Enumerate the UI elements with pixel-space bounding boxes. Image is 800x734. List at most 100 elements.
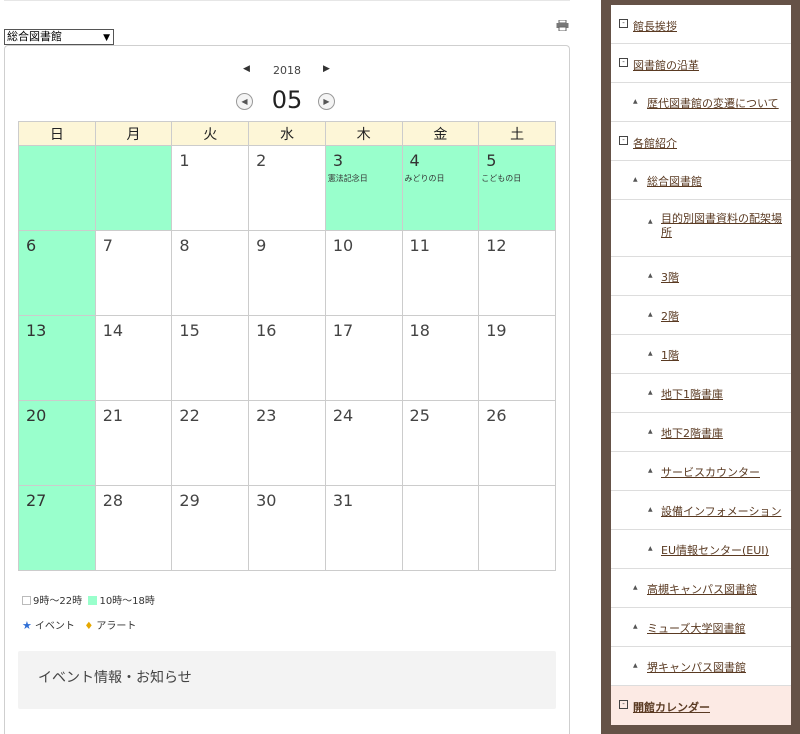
holiday-label: みどりの日 [404,174,445,183]
calendar-day-cell[interactable]: 6 [18,230,96,316]
sidebar-link[interactable]: 地下2階書庫 [661,427,723,440]
calendar-day-cell[interactable]: 9 [248,230,326,316]
bullet-icon: ▲ [648,545,653,552]
calendar-day-cell[interactable]: 27 [18,485,96,571]
day-number: 3 [332,151,343,170]
calendar-day-cell[interactable]: 15 [171,315,250,401]
next-month-button[interactable]: ▶ [318,93,335,110]
month-label: 05 [271,86,303,114]
sidebar-item[interactable]: ▲ 1階 [611,335,791,374]
calendar-day-cell[interactable]: 3 憲法記念日 [324,145,403,231]
library-select[interactable]: 総合図書館 ▼ [4,29,114,45]
sidebar-item[interactable]: - 図書館の沿革 [611,44,791,83]
sidebar-link[interactable]: 図書館の沿革 [633,59,699,72]
sidebar-item[interactable]: ▲ 高槻キャンパス図書館 [611,569,791,608]
event-info-title: イベント情報・お知らせ [38,670,192,686]
sidebar-item[interactable]: ▲ EU情報センター(EUI) [611,530,791,569]
sidebar-link[interactable]: ミューズ大学図書館 [647,622,745,635]
calendar-day-cell[interactable]: 12 [478,230,556,316]
calendar-day-cell[interactable]: 26 [478,400,556,486]
sidebar-link[interactable]: 各館紹介 [633,137,677,150]
hours-a-label: 9時～22時 [33,596,83,607]
sidebar-link[interactable]: 堺キャンパス図書館 [647,661,746,674]
sidebar: - 館長挨拶 - 図書館の沿革 ▲ 歴代図書館の変遷について - 各館紹介 ▲ 総合図書館 ▲ 目的別… [601,0,800,734]
sidebar-link[interactable]: 目的別図書資料の配架場所 [661,212,782,239]
sidebar-item[interactable]: ▲ 設備インフォメーション [611,491,791,530]
calendar-day-cell[interactable]: 25 [401,400,480,486]
sidebar-item[interactable]: - 各館紹介 [611,122,791,161]
sidebar-item[interactable]: - 館長挨拶 [611,5,791,44]
day-number: 10 [332,236,354,255]
collapse-icon: - [619,136,628,145]
day-number: 5 [486,151,497,170]
sidebar-item[interactable]: - 開館カレンダー [611,686,791,725]
sidebar-link[interactable]: 館長挨拶 [633,20,677,33]
sidebar-menu: - 館長挨拶 - 図書館の沿革 ▲ 歴代図書館の変遷について - 各館紹介 ▲ 総合図書館 ▲ 目的別… [611,5,791,725]
sidebar-item[interactable]: ▲ ミューズ大学図書館 [611,608,791,647]
calendar-day-cell[interactable]: 18 [401,315,480,401]
calendar-day-cell[interactable]: 7 [94,230,173,316]
day-number: 28 [102,491,124,510]
bullet-icon: ▲ [648,467,653,474]
calendar-day-cell[interactable]: 24 [324,400,403,486]
sidebar-item[interactable]: ▲ 目的別図書資料の配架場所 [611,200,791,257]
sidebar-item[interactable]: ▲ 3階 [611,257,791,296]
calendar-day-cell[interactable]: 2 [248,145,326,231]
sidebar-link[interactable]: 歴代図書館の変遷について [647,97,779,110]
calendar-day-cell[interactable]: 10 [324,230,403,316]
next-year-icon[interactable]: ▶ [323,64,330,74]
sidebar-item[interactable]: ▲ 2階 [611,296,791,335]
sidebar-link[interactable]: 高槻キャンパス図書館 [647,583,757,596]
sidebar-item[interactable]: ▲ サービスカウンター [611,452,791,491]
chevron-down-icon: ▼ [103,33,110,43]
calendar-day-cell[interactable]: 28 [94,485,173,571]
sidebar-link[interactable]: 1階 [661,349,679,362]
calendar-day-cell[interactable]: 22 [171,400,250,486]
calendar-day-cell[interactable]: 30 [248,485,326,571]
calendar-day-cell[interactable]: 14 [94,315,173,401]
calendar-day-cell[interactable]: 4 みどりの日 [401,145,480,231]
sidebar-link[interactable]: EU情報センター(EUI) [661,544,769,557]
sidebar-item[interactable]: ▲ 堺キャンパス図書館 [611,647,791,686]
calendar-day-cell[interactable]: 20 [18,400,96,486]
bullet-icon: ▲ [633,98,638,105]
calendar-day-cell[interactable]: 21 [94,400,173,486]
bullet-icon: ▲ [648,389,653,396]
holiday-label: こどもの日 [481,174,522,183]
calendar-day-cell[interactable]: 8 [171,230,250,316]
calendar-day-cell[interactable]: 29 [171,485,250,571]
sidebar-link[interactable]: サービスカウンター [661,466,760,479]
sidebar-item[interactable]: ▲ 総合図書館 [611,161,791,200]
sidebar-link[interactable]: 設備インフォメーション [661,505,781,518]
sidebar-item[interactable]: ▲ 地下2階書庫 [611,413,791,452]
calendar-day-cell [478,485,556,571]
calendar-day-cell[interactable]: 31 [324,485,403,571]
calendar-body: 1 2 3 憲法記念日 4 みどりの日 5 こどもの日 6 7 8 9 10 11 12 13 14 15 16 17… [18,145,556,571]
prev-month-button[interactable]: ◀ [236,93,253,110]
prev-year-icon[interactable]: ◀ [243,64,250,74]
calendar-day-cell[interactable]: 1 [171,145,250,231]
calendar-day-cell[interactable]: 5 こどもの日 [478,145,556,231]
sidebar-link[interactable]: 2階 [661,310,679,323]
sidebar-item[interactable]: ▲ 地下1階書庫 [611,374,791,413]
calendar-day-cell[interactable]: 23 [248,400,326,486]
weekday-header: 火 [171,121,250,146]
print-icon[interactable] [556,16,569,32]
calendar-day-cell[interactable]: 16 [248,315,326,401]
sidebar-link[interactable]: 総合図書館 [647,175,702,188]
sidebar-link[interactable]: 地下1階書庫 [661,388,723,401]
year-label: 2018 [273,64,301,77]
day-number: 24 [332,406,354,425]
calendar-day-cell[interactable]: 19 [478,315,556,401]
bullet-icon: ▲ [648,506,653,513]
calendar-day-cell[interactable]: 11 [401,230,480,316]
calendar-day-cell[interactable]: 17 [324,315,403,401]
sidebar-item[interactable]: ▲ 歴代図書館の変遷について [611,83,791,122]
sidebar-link[interactable]: 開館カレンダー [633,701,710,714]
calendar-day-cell[interactable]: 13 [18,315,96,401]
bullet-icon: ▲ [633,176,638,183]
day-number: 6 [26,236,37,255]
day-number: 19 [486,321,507,340]
weekday-header-row: 日月火水木金土 [18,121,556,146]
sidebar-link[interactable]: 3階 [661,271,679,284]
